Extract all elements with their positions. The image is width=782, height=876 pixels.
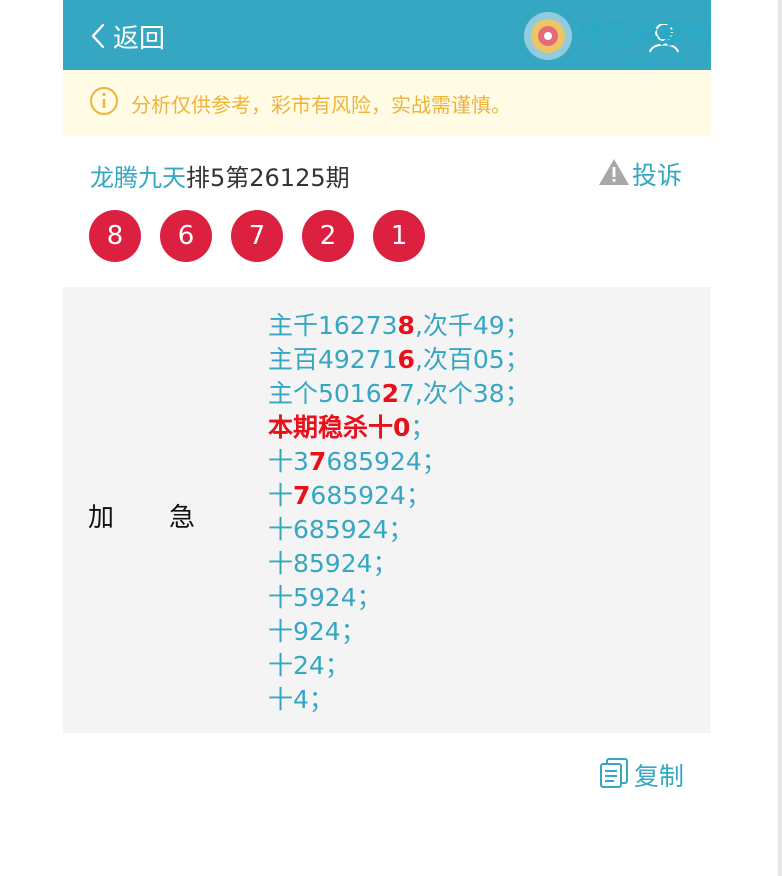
number-ball: 7 bbox=[231, 210, 283, 262]
logo-url: www.tqcp.net bbox=[580, 48, 692, 67]
number-ball: 8 bbox=[89, 210, 141, 262]
analysis-line: 十924； bbox=[268, 617, 366, 646]
analysis-line: 十7685924； bbox=[268, 481, 431, 510]
analysis-line: 十5924； bbox=[268, 583, 382, 612]
post-title: 龙腾九天排5第26125期 bbox=[90, 158, 350, 193]
analysis-line-kill: 本期稳杀十0； bbox=[268, 413, 436, 442]
analysis-content: 加 急 主千162738,次千49； 主百492716,次百05； 主个5016… bbox=[63, 287, 711, 733]
back-button[interactable]: 返回 bbox=[91, 18, 165, 54]
warning-icon bbox=[598, 158, 630, 190]
logo-text: 特区彩票网 bbox=[578, 20, 714, 50]
analysis-line: 十37685924； bbox=[268, 447, 447, 476]
complain-button[interactable]: 投诉 bbox=[598, 156, 682, 192]
number-ball: 1 bbox=[373, 210, 425, 262]
category-label: 急 bbox=[169, 503, 196, 533]
info-icon bbox=[89, 86, 119, 120]
draw-numbers: 8 6 7 2 1 bbox=[89, 210, 444, 262]
author-name[interactable]: 龙腾九天 bbox=[90, 164, 186, 192]
issue-title: 排5第26125期 bbox=[186, 164, 350, 192]
complain-label: 投诉 bbox=[632, 161, 683, 190]
analysis-line: 十24； bbox=[268, 651, 350, 680]
number-ball: 6 bbox=[160, 210, 212, 262]
copy-button[interactable]: 复制 bbox=[598, 757, 684, 793]
analysis-line: 十685924； bbox=[268, 515, 414, 544]
back-label: 返回 bbox=[113, 23, 166, 54]
copy-label: 复制 bbox=[634, 762, 685, 791]
notice-text: 分析仅供参考，彩市有风险，实战需谨慎。 bbox=[131, 92, 511, 117]
analysis-lines: 主千162738,次千49； 主百492716,次百05； 主个501627,次… bbox=[268, 309, 530, 717]
number-ball: 2 bbox=[302, 210, 354, 262]
logo-swirl-icon bbox=[524, 12, 572, 60]
risk-notice: 分析仅供参考，彩市有风险，实战需谨慎。 bbox=[63, 70, 711, 136]
site-logo: 特区彩票网 www.tqcp.net bbox=[520, 8, 782, 68]
scrollbar[interactable] bbox=[778, 0, 782, 876]
app-container: 返回 分析仅供参考，彩市有风险，实战需谨慎。 龙腾九天排5第26125期 投诉 … bbox=[63, 0, 711, 876]
analysis-line: 十85924； bbox=[268, 549, 398, 578]
analysis-line: 主百492716,次百05； bbox=[268, 345, 530, 374]
chevron-left-icon bbox=[91, 23, 105, 49]
copy-icon bbox=[598, 757, 630, 793]
analysis-line: 主个501627,次个38； bbox=[268, 379, 530, 408]
analysis-line: 十4； bbox=[268, 685, 334, 714]
analysis-line: 主千162738,次千49； bbox=[268, 311, 530, 340]
category-label: 加 bbox=[88, 503, 115, 533]
